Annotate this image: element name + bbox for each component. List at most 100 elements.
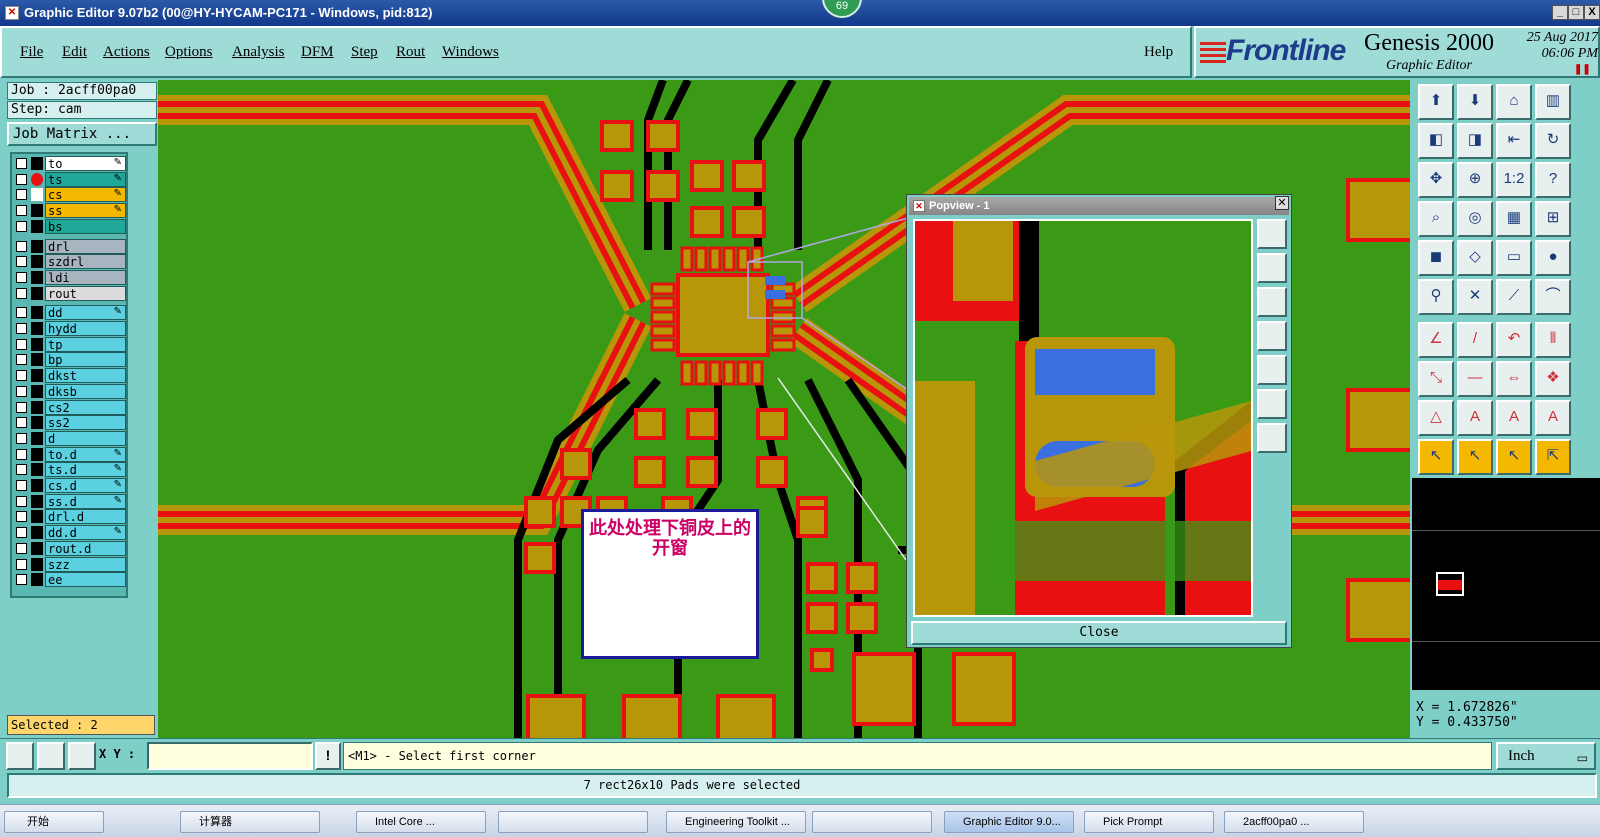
grid-toggle-icon[interactable] <box>68 742 96 770</box>
popview-pan-up-icon[interactable] <box>1257 253 1287 283</box>
layer-name[interactable]: drl <box>45 238 126 254</box>
layer-indicator-icon[interactable] <box>31 286 43 300</box>
zoom-home-icon[interactable]: ⬆ <box>1418 84 1454 120</box>
minimize-button[interactable]: _ <box>1552 5 1568 20</box>
layer-name[interactable]: szdrl <box>45 254 126 270</box>
layer-checkbox[interactable] <box>16 527 27 539</box>
zoom-in-icon[interactable]: ⬇ <box>1457 84 1493 120</box>
layer-name[interactable]: bp <box>45 352 126 368</box>
layer-checkbox[interactable] <box>16 401 27 413</box>
alert-icon[interactable]: ! <box>315 742 341 770</box>
layer-indicator-icon[interactable] <box>31 353 43 367</box>
unit-selector[interactable]: Inch ▭ <box>1496 742 1596 770</box>
popview-pan-right-icon[interactable] <box>1257 355 1287 385</box>
edit-line-icon[interactable]: ∠ <box>1418 322 1454 358</box>
resize-icon[interactable]: ⇔ <box>1496 361 1532 397</box>
taskbar-item[interactable] <box>812 811 932 833</box>
cross-icon[interactable]: ✕ <box>1457 279 1493 315</box>
layer-checkbox[interactable] <box>16 338 27 350</box>
layer-checkbox[interactable] <box>16 189 27 201</box>
layer-name[interactable]: tp <box>45 336 126 352</box>
layer-checkbox[interactable] <box>16 511 27 523</box>
layer-row-szz[interactable]: szz <box>12 556 126 572</box>
menu-analysis[interactable]: Analysis <box>232 44 285 61</box>
layer-checkbox[interactable] <box>16 287 27 299</box>
snap-grid-icon[interactable] <box>6 742 34 770</box>
layer-indicator-icon[interactable] <box>31 369 43 383</box>
layer-checkbox[interactable] <box>16 417 27 429</box>
layer-row-dd[interactable]: dd ✎ <box>12 305 126 321</box>
xy-input[interactable] <box>147 742 313 770</box>
layer-row-dkst[interactable]: dkst <box>12 368 126 384</box>
layer-indicator-icon[interactable] <box>31 172 43 186</box>
layer-row-bs[interactable]: bs <box>12 218 126 234</box>
layer-indicator-icon[interactable] <box>31 188 43 202</box>
layer-row-rout[interactable]: rout <box>12 285 126 301</box>
layer-checkbox[interactable] <box>16 464 27 476</box>
line-icon[interactable]: ⟋ <box>1496 279 1532 315</box>
menu-help[interactable]: Help <box>1144 44 1173 61</box>
connect-icon[interactable]: ⚲ <box>1418 279 1454 315</box>
net-icon[interactable]: ⊞ <box>1535 201 1571 237</box>
popview-close-button[interactable]: Close <box>911 621 1287 645</box>
layer-row-ss2[interactable]: ss2 <box>12 415 126 431</box>
menu-dfm[interactable]: DFM <box>301 44 334 61</box>
popview-pan-down-icon[interactable] <box>1257 287 1287 317</box>
layer-indicator-icon[interactable] <box>31 479 43 492</box>
close-button[interactable]: X <box>1584 5 1600 20</box>
undo-arc-icon[interactable]: ↶ <box>1496 322 1532 358</box>
layer-name[interactable]: szz <box>45 556 126 572</box>
layer-checkbox[interactable] <box>16 432 27 444</box>
layer-row-cs2[interactable]: cs2 <box>12 399 126 415</box>
layer-row-ee[interactable]: ee <box>12 572 126 588</box>
job-matrix-button[interactable]: Job Matrix ... <box>7 122 157 146</box>
layer-indicator-icon[interactable] <box>31 510 43 524</box>
layer-indicator-icon[interactable] <box>31 447 43 461</box>
layer-indicator-icon[interactable] <box>31 239 43 253</box>
shape-icon[interactable]: ◇ <box>1457 240 1493 276</box>
layer-indicator-icon[interactable] <box>31 384 43 398</box>
popview-fit-icon[interactable] <box>1257 389 1287 419</box>
layer-indicator-icon[interactable] <box>31 494 43 508</box>
layer-indicator-icon[interactable] <box>31 431 43 445</box>
layer-indicator-icon[interactable] <box>31 573 43 587</box>
layer-row-dd-d[interactable]: dd.d ✎ <box>12 525 126 541</box>
layer-indicator-icon[interactable] <box>31 416 43 430</box>
minimap[interactable] <box>1412 478 1600 690</box>
maximize-button[interactable]: □ <box>1568 5 1584 20</box>
layer-checkbox[interactable] <box>16 495 27 507</box>
zoom-back-icon[interactable]: ⇤ <box>1496 123 1532 159</box>
text-outline-icon[interactable]: A <box>1496 400 1532 436</box>
menu-rout[interactable]: Rout <box>396 44 425 61</box>
layer-checkbox[interactable] <box>16 158 27 169</box>
layer-checkbox[interactable] <box>16 256 27 268</box>
layer-name[interactable]: d <box>45 430 126 446</box>
layer-checkbox[interactable] <box>16 448 27 460</box>
menu-step[interactable]: Step <box>351 44 378 61</box>
layer-name[interactable]: ss2 <box>45 415 126 431</box>
layer-row-ldi[interactable]: ldi <box>12 269 126 285</box>
layer-name[interactable]: hydd <box>45 321 126 336</box>
pad-icon[interactable]: ◼ <box>1418 240 1454 276</box>
layer-indicator-icon[interactable] <box>31 337 43 351</box>
layer-indicator-icon[interactable] <box>31 306 43 320</box>
transform-icon[interactable]: ⤡ <box>1418 361 1454 397</box>
scale-icon[interactable]: 1:2 <box>1496 162 1532 198</box>
layer-row-dksb[interactable]: dksb <box>12 383 126 399</box>
layer-checkbox[interactable] <box>16 240 27 252</box>
select-circle-icon[interactable]: ↖ <box>1496 439 1532 475</box>
layer-indicator-icon[interactable] <box>31 526 43 540</box>
redraw-icon[interactable]: ↻ <box>1535 123 1571 159</box>
layer-indicator-icon[interactable] <box>31 270 43 284</box>
layer-checkbox[interactable] <box>16 574 27 586</box>
layer-row-ts[interactable]: ts ✎ <box>12 171 126 187</box>
layer-row-ss-d[interactable]: ss.d ✎ <box>12 493 126 509</box>
select-net-icon[interactable]: ⇱ <box>1535 439 1571 475</box>
layer-indicator-icon[interactable] <box>31 400 43 414</box>
start-button[interactable]: 开始 <box>4 811 104 833</box>
layer-indicator-icon[interactable] <box>31 322 43 335</box>
layer-row-drl[interactable]: drl <box>12 238 126 254</box>
taskbar-item-active[interactable]: Graphic Editor 9.0... <box>944 811 1074 833</box>
popview-close-icon[interactable]: ✕ <box>1275 196 1289 210</box>
popview-canvas[interactable] <box>913 219 1253 617</box>
